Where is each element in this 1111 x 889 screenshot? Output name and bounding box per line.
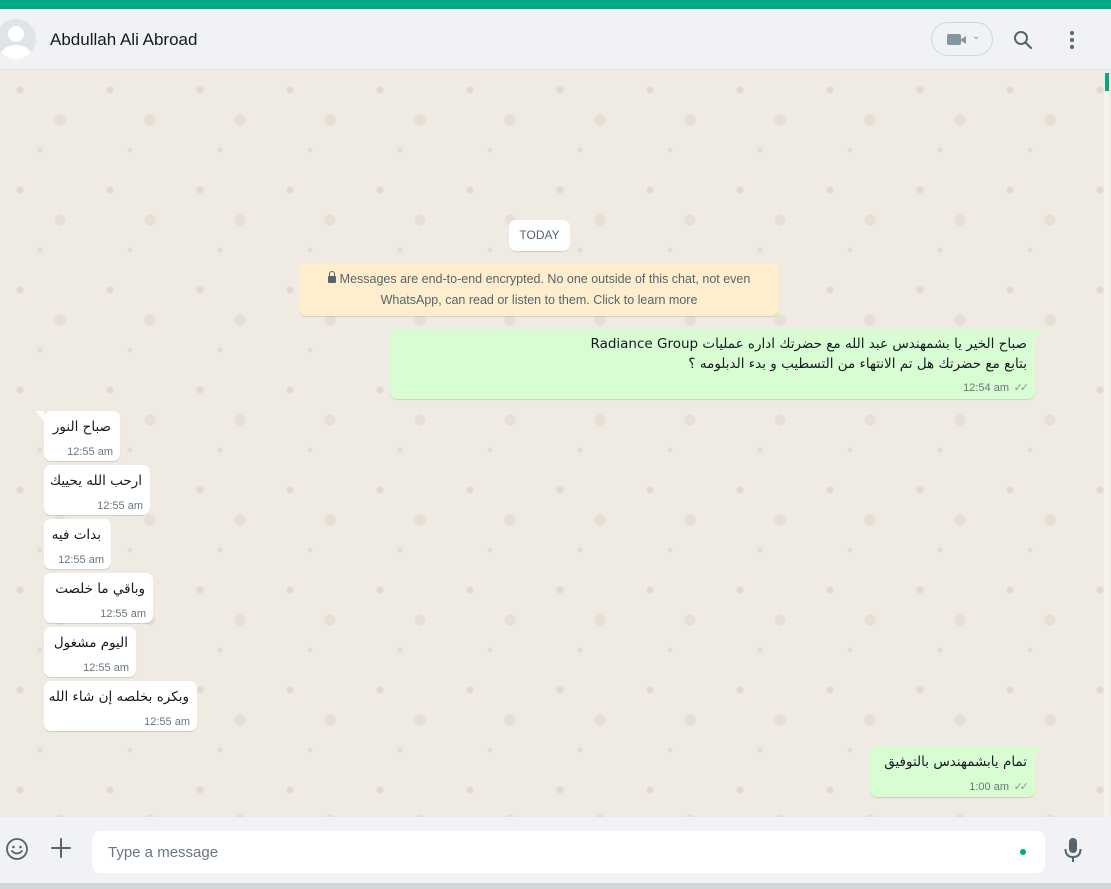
message-bubble-outgoing[interactable]: تمام يابشمهندس بالتوفيق 1:00 am ✓✓ (870, 746, 1043, 797)
message-text: ارحب الله يحييك (49, 473, 142, 489)
plus-icon[interactable] (50, 837, 72, 859)
message-text: بدات فيه (51, 527, 101, 543)
message-bubble-incoming[interactable]: بدات فيه 12:55 am (44, 519, 111, 569)
video-camera-icon (947, 34, 966, 45)
contact-name[interactable]: Abdullah Ali Abroad (50, 30, 197, 50)
lock-icon (327, 271, 336, 283)
message-composer (0, 817, 1111, 883)
message-time: 12:54 am (963, 382, 1009, 394)
message-bubble-outgoing[interactable]: صباح الخير يا بشمهندس عبد الله مع حضرتك … (390, 329, 1043, 399)
message-time: 12:55 am (67, 446, 113, 458)
message-text: وباقي ما خلصت (55, 581, 145, 597)
chat-header: Abdullah Ali Abroad ⌄ (0, 9, 1111, 70)
window-bottom-edge (0, 883, 1111, 889)
message-input[interactable] (92, 831, 1045, 873)
avatar-body (0, 45, 32, 59)
message-bubble-incoming[interactable]: صباح النور 12:55 am (36, 411, 120, 461)
chevron-down-icon: ⌄ (972, 31, 981, 42)
message-time: 12:55 am (58, 554, 104, 566)
avatar[interactable] (0, 19, 36, 59)
encryption-notice-text: Messages are end-to-end encrypted. No on… (339, 272, 751, 307)
read-receipt-icon: ✓✓ (1013, 781, 1030, 793)
message-time: 12:55 am (83, 662, 129, 674)
message-text: اليوم مشغول (53, 635, 128, 651)
encryption-notice[interactable]: Messages are end-to-end encrypted. No on… (299, 263, 779, 316)
scrollbar-thumb[interactable] (1105, 73, 1109, 91)
message-time: 12:55 am (144, 716, 190, 728)
date-divider: TODAY (509, 220, 570, 251)
message-text: بتابع مع حضرتك هل تم الانتهاء من التسطيب… (688, 356, 1027, 372)
emoji-icon[interactable] (5, 837, 29, 861)
microphone-icon[interactable] (1063, 837, 1083, 863)
message-bubble-incoming[interactable]: اليوم مشغول 12:55 am (44, 627, 136, 677)
message-time: 1:00 am (969, 781, 1009, 793)
video-call-button[interactable]: ⌄ (931, 22, 993, 56)
message-text: صباح الخير يا بشمهندس عبد الله مع حضرتك … (590, 336, 1027, 352)
message-bubble-incoming[interactable]: وبكره بخلصه إن شاء الله 12:55 am (44, 681, 197, 731)
read-receipt-icon: ✓✓ (1013, 382, 1030, 394)
chat-scrollbar[interactable] (1104, 72, 1109, 817)
message-text: وبكره بخلصه إن شاء الله (48, 689, 189, 705)
message-time: 12:55 am (100, 608, 146, 620)
message-text: صباح النور (52, 419, 111, 435)
message-bubble-incoming[interactable]: ارحب الله يحييك 12:55 am (44, 465, 150, 515)
status-dot (1020, 849, 1026, 855)
message-time: 12:55 am (97, 500, 143, 512)
search-icon[interactable] (1013, 30, 1033, 50)
top-accent-bar (0, 0, 1111, 9)
message-text: تمام يابشمهندس بالتوفيق (884, 754, 1027, 770)
avatar-head (8, 26, 24, 42)
kebab-menu-icon[interactable] (1065, 29, 1079, 51)
message-bubble-incoming[interactable]: وباقي ما خلصت 12:55 am (44, 573, 153, 623)
